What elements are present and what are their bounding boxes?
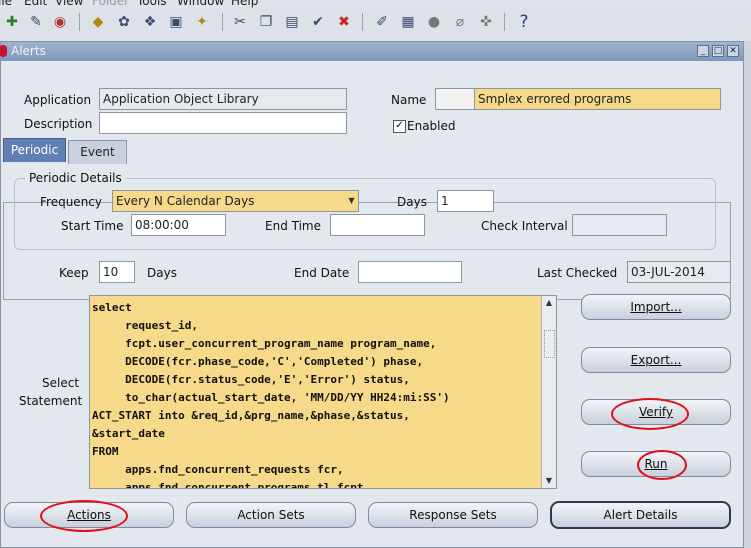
start-time-label: Start Time bbox=[61, 219, 124, 233]
application-label: Application bbox=[24, 93, 92, 107]
help-icon[interactable]: ? bbox=[514, 12, 534, 32]
oracle-icon bbox=[0, 45, 7, 57]
keep-unit-label: Days bbox=[147, 266, 177, 280]
select-statement-label-line2: Statement bbox=[19, 394, 83, 408]
name-prefix-field[interactable] bbox=[435, 88, 475, 110]
select-statement-label-line1: Select bbox=[42, 376, 80, 390]
end-time-label: End Time bbox=[265, 219, 321, 233]
close-form-icon[interactable]: ❖ bbox=[140, 12, 160, 32]
response-sets-button[interactable]: Response Sets bbox=[368, 502, 538, 528]
import-button[interactable]: Import... bbox=[581, 294, 731, 320]
last-checked-field[interactable]: 03-JUL-2014 bbox=[627, 261, 731, 283]
menu-tools[interactable]: Tools bbox=[137, 0, 167, 8]
chevron-down-icon[interactable]: ▼ bbox=[345, 191, 358, 211]
menu-edit[interactable]: Edit bbox=[24, 0, 47, 8]
enabled-checkbox[interactable]: ✓ bbox=[393, 120, 406, 133]
window-title: Alerts bbox=[11, 44, 46, 58]
periodic-details-title: Periodic Details bbox=[25, 171, 126, 185]
statement-scrollbar[interactable]: ▲ ▼ bbox=[541, 296, 556, 488]
refresh-icon[interactable]: ● bbox=[424, 12, 444, 32]
actions-button-label: Actions bbox=[67, 508, 111, 522]
toolbar-separator bbox=[504, 13, 505, 31]
application-field[interactable]: Application Object Library bbox=[99, 88, 347, 110]
edit-icon[interactable]: ✐ bbox=[372, 12, 392, 32]
flashlight-icon[interactable]: ✎ bbox=[26, 12, 46, 32]
scroll-thumb[interactable] bbox=[544, 330, 555, 358]
verify-button-label: Verify bbox=[638, 405, 674, 419]
delete-record-icon[interactable]: ✖ bbox=[334, 12, 354, 32]
attach-icon[interactable]: ⌀ bbox=[450, 12, 470, 32]
select-statement-textarea[interactable]: select request_id, fcpt.user_concurrent_… bbox=[89, 295, 557, 489]
new-icon[interactable]: ✚ bbox=[2, 12, 22, 32]
alert-details-button[interactable]: Alert Details bbox=[550, 501, 731, 529]
tab-event[interactable]: Event bbox=[68, 140, 127, 164]
zoom-icon[interactable]: ▦ bbox=[398, 12, 418, 32]
export-button[interactable]: Export... bbox=[581, 347, 731, 373]
menu-window[interactable]: Window bbox=[177, 0, 224, 8]
maximize-icon[interactable]: □ bbox=[712, 45, 724, 57]
frequency-select[interactable]: Every N Calendar Days bbox=[112, 190, 359, 212]
toolbar-separator bbox=[362, 13, 363, 31]
days-field[interactable]: 1 bbox=[437, 190, 494, 212]
end-time-field[interactable] bbox=[330, 214, 425, 236]
menu-bar: ile Edit View Folder Tools Window Help bbox=[0, 0, 751, 8]
toolbar-separator bbox=[79, 13, 80, 31]
copy-icon[interactable]: ❐ bbox=[256, 12, 276, 32]
name-field[interactable]: Smplex errored programs bbox=[474, 88, 721, 110]
cut-icon[interactable]: ✂ bbox=[230, 12, 250, 32]
actions-button[interactable]: Actions bbox=[4, 502, 174, 528]
run-button[interactable]: Run bbox=[581, 451, 731, 477]
export-button-label: Export... bbox=[630, 353, 682, 367]
days-label: Days bbox=[397, 195, 427, 209]
frequency-label: Frequency bbox=[40, 195, 102, 209]
paste-icon[interactable]: ▤ bbox=[282, 12, 302, 32]
description-field[interactable] bbox=[99, 112, 347, 134]
alert-details-button-label: Alert Details bbox=[603, 508, 678, 522]
window-titlebar: Alerts _ □ ✕ bbox=[0, 42, 743, 61]
close-icon[interactable]: ✕ bbox=[727, 45, 739, 57]
end-date-field[interactable] bbox=[358, 261, 462, 283]
attachment-icon[interactable]: ✦ bbox=[192, 12, 212, 32]
keep-label: Keep bbox=[59, 266, 89, 280]
translate-icon[interactable]: ▣ bbox=[166, 12, 186, 32]
end-date-label: End Date bbox=[294, 266, 350, 280]
new-record-icon[interactable]: ✔ bbox=[308, 12, 328, 32]
check-interval-field[interactable] bbox=[572, 214, 667, 236]
keep-field[interactable]: 10 bbox=[99, 261, 135, 283]
action-sets-button[interactable]: Action Sets bbox=[186, 502, 356, 528]
menu-view[interactable]: View bbox=[55, 0, 83, 8]
enabled-label: Enabled bbox=[407, 119, 456, 133]
check-interval-label: Check Interval bbox=[481, 219, 568, 233]
toolbar-separator bbox=[222, 13, 223, 31]
last-checked-label: Last Checked bbox=[537, 266, 618, 280]
description-label: Description bbox=[24, 117, 93, 131]
print-icon[interactable]: ✿ bbox=[114, 12, 134, 32]
run-button-label: Run bbox=[644, 457, 668, 471]
minimize-icon[interactable]: _ bbox=[697, 45, 709, 57]
action-sets-button-label: Action Sets bbox=[237, 508, 305, 522]
tab-periodic[interactable]: Periodic bbox=[3, 138, 66, 162]
alerts-window: Alerts _ □ ✕ Application Application Obj… bbox=[0, 41, 744, 548]
desktop-edge bbox=[744, 41, 751, 548]
scroll-up-icon[interactable]: ▲ bbox=[542, 296, 556, 310]
select-statement-text: select request_id, fcpt.user_concurrent_… bbox=[92, 301, 450, 489]
verify-button[interactable]: Verify bbox=[581, 399, 731, 425]
navigator-icon[interactable]: ◉ bbox=[50, 12, 70, 32]
name-label: Name bbox=[391, 93, 427, 107]
scroll-down-icon[interactable]: ▼ bbox=[542, 474, 556, 488]
menu-help[interactable]: Help bbox=[231, 0, 258, 8]
menu-folder[interactable]: Folder bbox=[92, 0, 129, 8]
start-time-field[interactable]: 08:00:00 bbox=[131, 214, 226, 236]
menu-file[interactable]: ile bbox=[0, 0, 12, 8]
folder-tools-icon[interactable]: ✜ bbox=[476, 12, 496, 32]
response-sets-button-label: Response Sets bbox=[409, 508, 497, 522]
import-button-label: Import... bbox=[630, 300, 682, 314]
toolbar: ✚ ✎ ◉ ◆ ✿ ❖ ▣ ✦ ✂ ❐ ▤ ✔ ✖ ✐ ▦ ● ⌀ ✜ ? bbox=[0, 8, 751, 42]
save-icon[interactable]: ◆ bbox=[88, 12, 108, 32]
